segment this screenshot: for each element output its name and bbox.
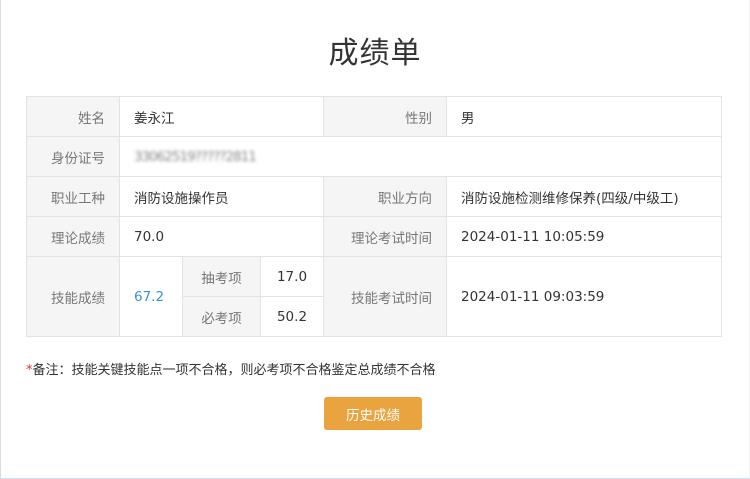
skill-time-label: 技能考试时间 — [324, 257, 447, 337]
skill-time-value: 2024-01-11 09:03:59 — [447, 257, 722, 337]
name-value: 姜永江 — [120, 97, 324, 137]
theory-time-value: 2024-01-11 10:05:59 — [447, 217, 722, 257]
id-number-label: 身份证号 — [27, 137, 120, 177]
remark-note: *备注：技能关键技能点一项不合格，则必考项不合格鉴定总成绩不合格 — [26, 359, 436, 378]
theory-score-label: 理论成绩 — [27, 217, 120, 257]
gender-value: 男 — [447, 97, 722, 137]
sample-item-label: 抽考项 — [183, 257, 261, 297]
skill-score-value: 67.2 — [120, 257, 183, 337]
page-title: 成绩单 — [328, 36, 422, 71]
theory-time-label: 理论考试时间 — [324, 217, 447, 257]
occupation-label: 职业工种 — [27, 177, 120, 217]
theory-score-value: 70.0 — [120, 217, 324, 257]
id-number-value: 33062519?????2811 — [120, 137, 722, 177]
history-scores-button[interactable]: 历史成绩 — [324, 397, 422, 430]
required-item-label: 必考项 — [183, 297, 261, 337]
occupation-value: 消防设施操作员 — [120, 177, 324, 217]
direction-value: 消防设施检测维修保养(四级/中级工) — [447, 177, 722, 217]
score-table: 姓名 姜永江 性别 男 身份证号 33062519?????2811 职业工种 … — [26, 96, 722, 337]
remark-text: 备注：技能关键技能点一项不合格，则必考项不合格鉴定总成绩不合格 — [32, 363, 436, 378]
id-number-masked-text: 33062519?????2811 — [134, 148, 257, 165]
required-item-score: 50.2 — [261, 297, 324, 337]
sample-item-score: 17.0 — [261, 257, 324, 297]
gender-label: 性别 — [324, 97, 447, 137]
direction-label: 职业方向 — [324, 177, 447, 217]
skill-score-label: 技能成绩 — [27, 257, 120, 337]
name-label: 姓名 — [27, 97, 120, 137]
